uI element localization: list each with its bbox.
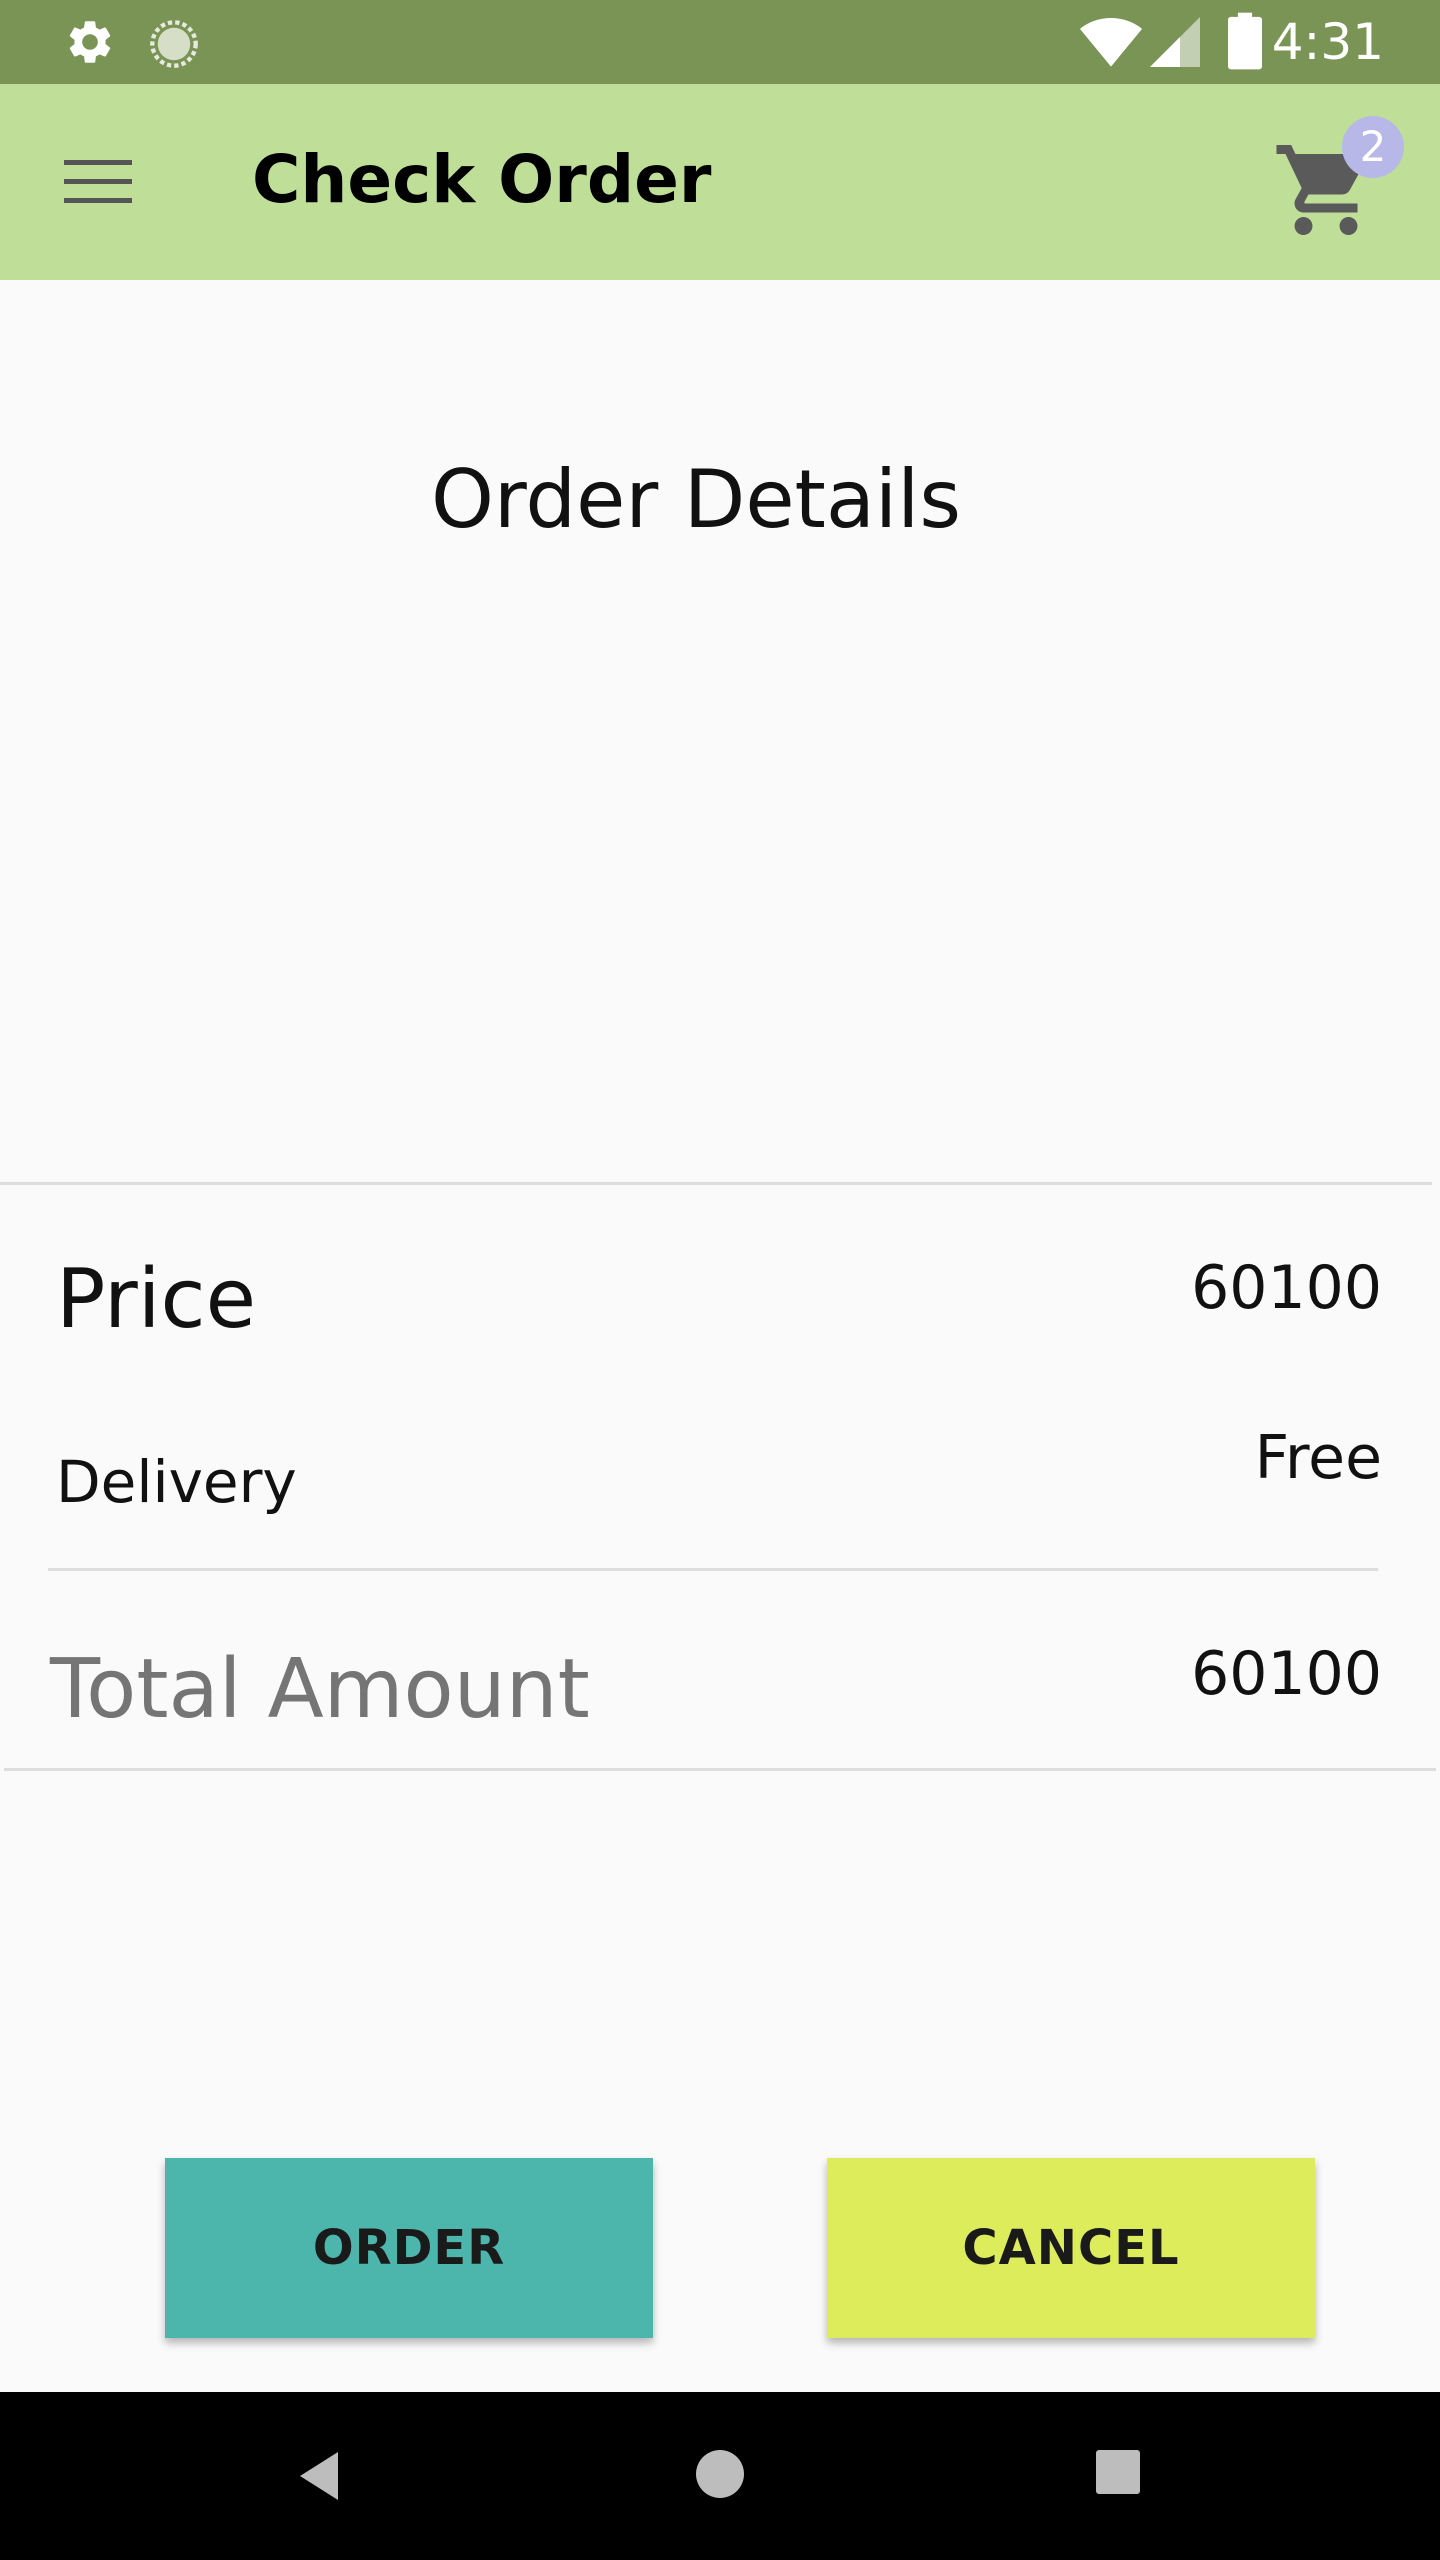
recents-icon[interactable] (1096, 2450, 1140, 2494)
cancel-button[interactable]: CANCEL (827, 2158, 1315, 2338)
check-order-screen: 4:31 Check Order 2 Order Details Price 6… (0, 0, 1440, 2560)
sync-icon (150, 20, 198, 68)
total-amount-value: 60100 (1191, 1639, 1382, 1709)
wifi-icon (1079, 18, 1143, 67)
home-icon[interactable] (694, 2448, 746, 2500)
status-time: 4:31 (1271, 13, 1384, 71)
price-label: Price (56, 1252, 257, 1347)
delivery-value: Free (1254, 1423, 1382, 1493)
battery-icon (1228, 12, 1262, 70)
app-bar: Check Order 2 (0, 84, 1440, 280)
page-title: Check Order (252, 141, 712, 218)
signal-icon (1150, 17, 1200, 67)
price-value: 60100 (1191, 1253, 1382, 1323)
status-bar: 4:31 (0, 0, 1440, 84)
total-amount-label: Total Amount (50, 1642, 590, 1737)
cart-count-badge: 2 (1342, 116, 1404, 178)
order-details-heading: Order Details (430, 453, 962, 546)
delivery-label: Delivery (56, 1448, 297, 1516)
order-button[interactable]: ORDER (165, 2158, 653, 2338)
menu-icon[interactable] (64, 156, 132, 208)
divider-middle (48, 1568, 1378, 1571)
divider-bottom (4, 1768, 1436, 1771)
navigation-bar (0, 2392, 1440, 2560)
back-icon[interactable] (296, 2448, 344, 2504)
divider-top (0, 1182, 1432, 1185)
gear-icon (69, 21, 111, 63)
